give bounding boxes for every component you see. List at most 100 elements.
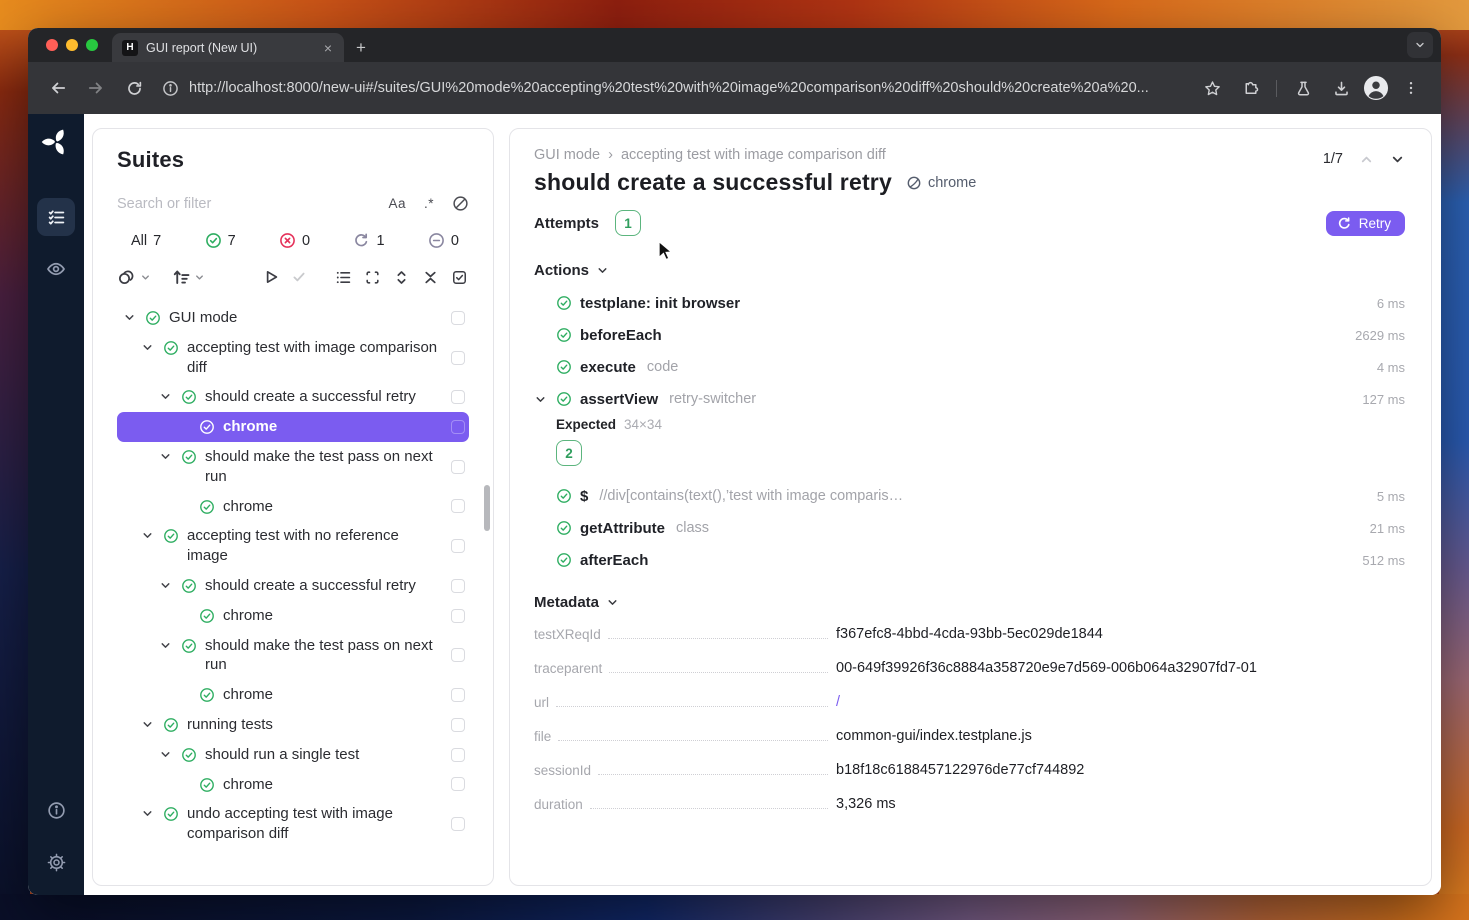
page-info-icon[interactable] (162, 80, 179, 97)
filter-all[interactable]: All 7 (131, 233, 161, 249)
minimize-window-button[interactable] (66, 39, 78, 51)
action-row[interactable]: assertView retry-switcher 127 ms (534, 383, 1405, 415)
filter-retried[interactable]: 1 (353, 232, 384, 249)
url-text[interactable]: http://localhost:8000/new-ui#/suites/GUI… (189, 80, 1149, 96)
tree-row[interactable]: GUI mode (117, 303, 469, 333)
profile-button[interactable] (1363, 75, 1389, 101)
slash-circle-icon[interactable] (452, 195, 469, 212)
chevron-down-icon[interactable] (159, 390, 176, 403)
retry-button[interactable]: Retry (1326, 211, 1405, 236)
action-row[interactable]: execute code 4 ms (534, 351, 1405, 383)
sidebar-item-visual-checks[interactable] (37, 250, 75, 288)
run-tests-button[interactable] (261, 267, 281, 287)
metadata-header[interactable]: Metadata (534, 594, 1405, 611)
view-mode-button[interactable] (333, 267, 353, 287)
zoom-window-button[interactable] (86, 39, 98, 51)
close-window-button[interactable] (46, 39, 58, 51)
address-bar[interactable]: http://localhost:8000/new-ui#/suites/GUI… (156, 80, 1190, 97)
browser-menu-button[interactable] (1395, 72, 1427, 104)
tab-overflow-button[interactable] (1407, 32, 1433, 58)
downloads-button[interactable] (1325, 72, 1357, 104)
back-button[interactable] (42, 72, 74, 104)
attempt-badge[interactable]: 2 (556, 440, 582, 466)
extensions-button[interactable] (1234, 72, 1266, 104)
row-checkbox[interactable] (451, 748, 465, 762)
sidebar-item-info[interactable] (37, 791, 75, 829)
experiments-button[interactable] (1287, 72, 1319, 104)
regex-icon[interactable]: .* (424, 196, 434, 211)
row-checkbox[interactable] (451, 579, 465, 593)
tree-row[interactable]: should make the test pass on next run (117, 631, 469, 681)
action-row[interactable]: beforeEach 2629 ms (534, 319, 1405, 351)
search-input[interactable]: Search or filter (117, 196, 388, 212)
tree-row[interactable]: chrome (117, 680, 469, 710)
chevron-down-icon[interactable] (159, 639, 176, 652)
action-row[interactable]: $ //div[contains(text(),’test with image… (534, 480, 1405, 512)
filter-skipped[interactable]: 0 (428, 232, 459, 249)
tree-row[interactable]: should create a successful retry (117, 571, 469, 601)
tree-row[interactable]: should create a successful retry (117, 382, 469, 412)
row-checkbox[interactable] (451, 460, 465, 474)
chevron-up-icon[interactable] (1359, 152, 1374, 167)
expand-all-button[interactable] (391, 267, 411, 287)
chevron-down-icon[interactable] (159, 450, 176, 463)
row-checkbox[interactable] (451, 311, 465, 325)
breadcrumb-test[interactable]: accepting test with image comparison dif… (621, 147, 886, 163)
tab-close-icon[interactable]: × (320, 39, 336, 57)
status-filter-row: All 7 7 0 1 (117, 232, 469, 249)
action-row[interactable]: getAttribute class 21 ms (534, 512, 1405, 544)
browsers-filter-button[interactable] (117, 267, 151, 287)
filter-failed[interactable]: 0 (279, 232, 310, 249)
tree-row[interactable]: should make the test pass on next run (117, 442, 469, 492)
breadcrumb-suite[interactable]: GUI mode (534, 147, 600, 163)
chevron-down-icon[interactable] (159, 748, 176, 761)
actions-header[interactable]: Actions (534, 262, 1405, 279)
match-case-icon[interactable]: Aa (388, 196, 406, 211)
tree-scrollbar[interactable] (484, 485, 490, 531)
sidebar-item-settings[interactable] (37, 843, 75, 881)
tree-row[interactable]: should run a single test (117, 740, 469, 770)
chevron-down-icon[interactable] (123, 311, 140, 324)
row-checkbox[interactable] (451, 777, 465, 791)
row-checkbox[interactable] (451, 688, 465, 702)
row-checkbox[interactable] (451, 390, 465, 404)
forward-button[interactable] (80, 72, 112, 104)
row-checkbox[interactable] (451, 539, 465, 553)
chevron-down-icon[interactable] (141, 529, 158, 542)
row-checkbox[interactable] (451, 351, 465, 365)
chevron-down-icon[interactable] (159, 579, 176, 592)
row-checkbox[interactable] (451, 420, 465, 434)
row-checkbox[interactable] (451, 609, 465, 623)
row-checkbox[interactable] (451, 648, 465, 662)
tree-row[interactable]: accepting test with no reference image (117, 521, 469, 571)
browser-tab[interactable]: H GUI report (New UI) × (112, 33, 344, 62)
chevron-down-icon[interactable] (141, 718, 158, 731)
chevron-down-icon[interactable] (534, 393, 556, 406)
reload-button[interactable] (118, 72, 150, 104)
focus-mode-button[interactable] (362, 267, 382, 287)
action-row[interactable]: afterEach 512 ms (534, 544, 1405, 576)
chevron-down-icon[interactable] (141, 807, 158, 820)
tree-row[interactable]: chrome (117, 601, 469, 631)
tree-row[interactable]: accepting test with image comparison dif… (117, 333, 469, 383)
select-all-button[interactable] (449, 267, 469, 287)
row-checkbox[interactable] (451, 718, 465, 732)
tree-row[interactable]: chrome (117, 770, 469, 800)
row-checkbox[interactable] (451, 817, 465, 831)
sort-button[interactable] (171, 267, 205, 287)
attempt-badge[interactable]: 1 (615, 210, 641, 236)
bookmark-button[interactable] (1196, 72, 1228, 104)
tree-row[interactable]: chrome (117, 412, 469, 442)
row-checkbox[interactable] (451, 499, 465, 513)
tree-row[interactable]: chrome (117, 492, 469, 522)
filter-passed[interactable]: 7 (205, 232, 236, 249)
accept-all-button[interactable] (289, 267, 309, 287)
new-tab-button[interactable]: + (344, 33, 378, 62)
collapse-all-button[interactable] (420, 267, 440, 287)
action-row[interactable]: testplane: init browser 6 ms (534, 287, 1405, 319)
tree-row[interactable]: running tests (117, 710, 469, 740)
chevron-down-icon[interactable] (141, 341, 158, 354)
chevron-down-icon[interactable] (1390, 152, 1405, 167)
tree-row[interactable]: undo accepting test with image compariso… (117, 799, 469, 849)
sidebar-item-suites[interactable] (37, 198, 75, 236)
